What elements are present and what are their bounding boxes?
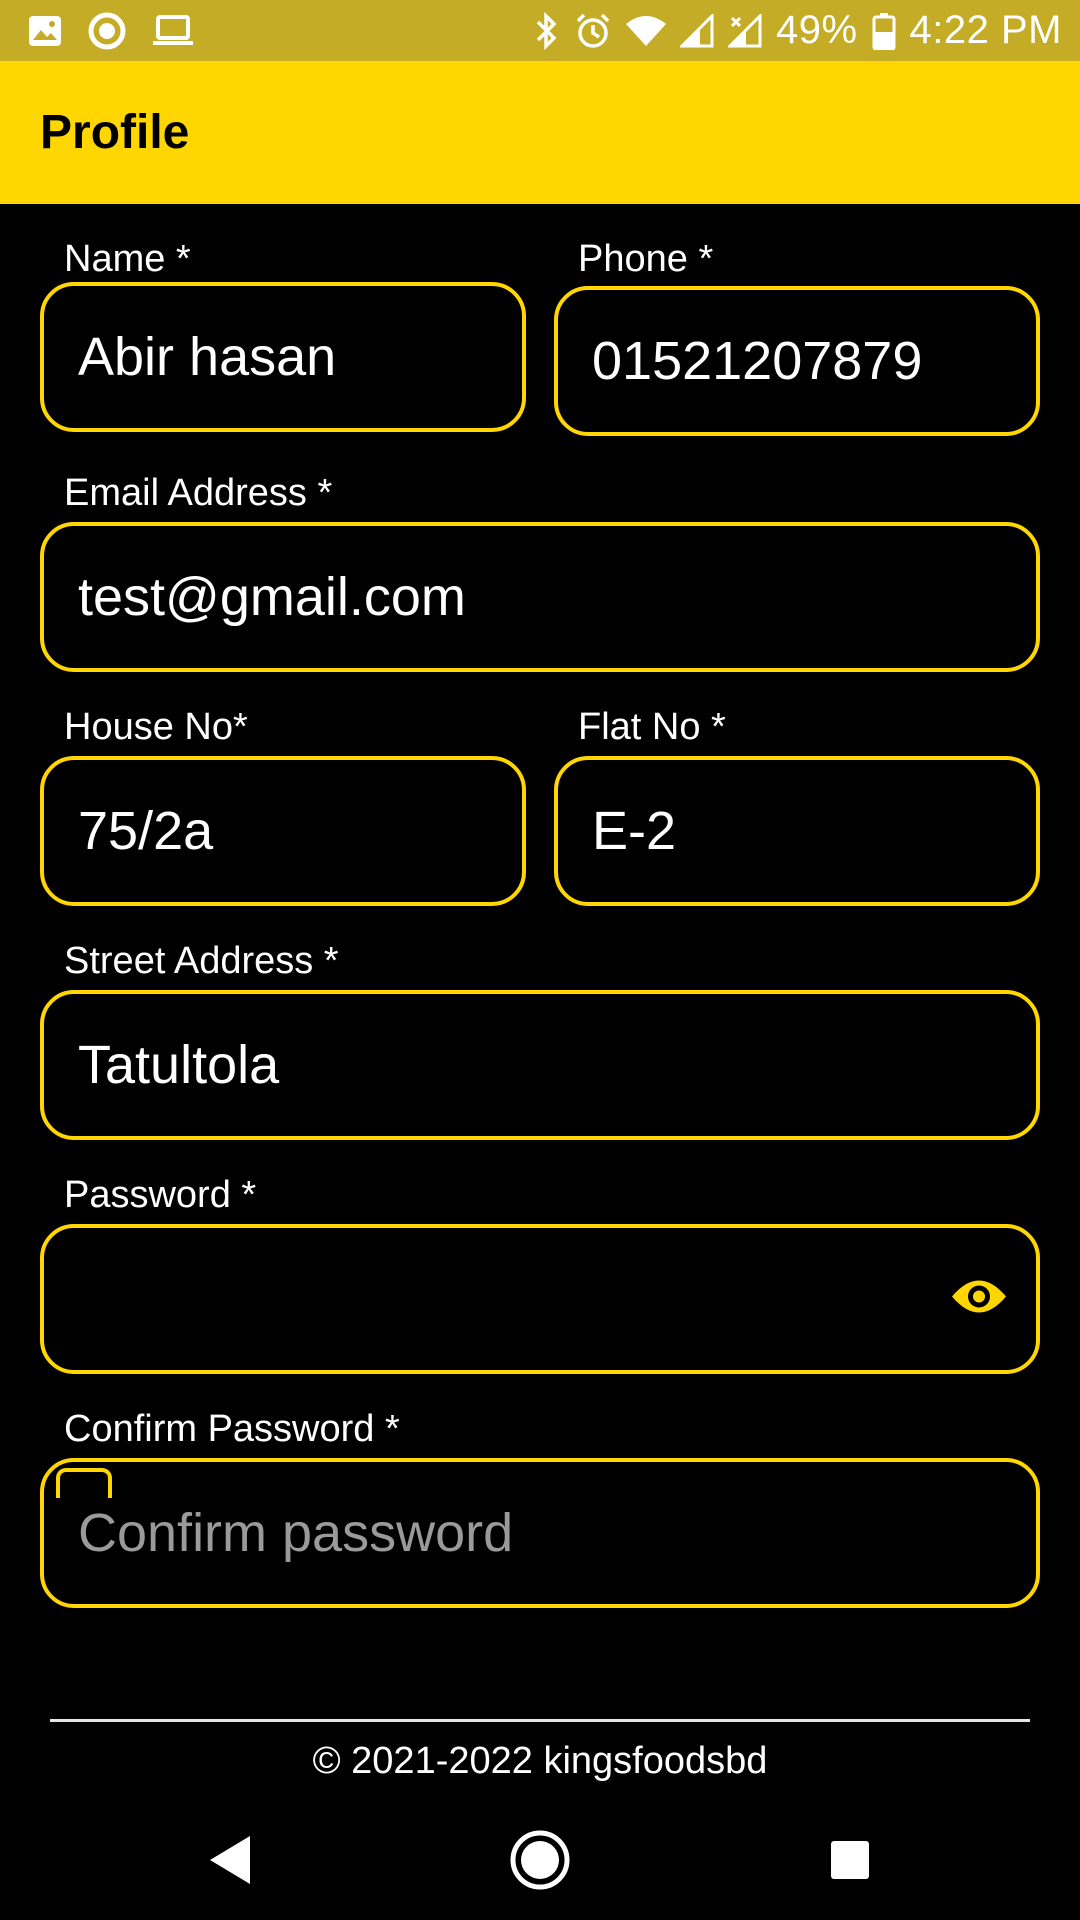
signal-icon xyxy=(679,13,714,48)
eye-icon[interactable] xyxy=(950,1277,1008,1322)
home-icon[interactable] xyxy=(509,1829,571,1891)
house-no-value: 75/2a xyxy=(78,801,214,861)
name-value: Abir hasan xyxy=(78,327,337,387)
confirm-password-placeholder: Confirm password xyxy=(78,1503,514,1563)
image-icon xyxy=(28,14,62,48)
phone-field[interactable]: 01521207879 xyxy=(554,286,1040,436)
status-bar: 49% 4:22 PM xyxy=(0,0,1080,61)
recents-icon[interactable] xyxy=(830,1840,870,1880)
battery-percent: 49% xyxy=(775,8,858,52)
password-field[interactable] xyxy=(40,1224,1040,1374)
phone-label: Phone * xyxy=(578,238,714,280)
battery-icon xyxy=(872,12,896,50)
footer-divider xyxy=(50,1719,1030,1722)
email-value: test@gmail.com xyxy=(78,567,466,627)
email-field[interactable]: test@gmail.com xyxy=(40,522,1040,672)
wifi-icon xyxy=(625,14,666,48)
app-bar: Profile xyxy=(0,61,1080,204)
phone-value: 01521207879 xyxy=(592,331,923,391)
flat-no-label: Flat No * xyxy=(578,706,726,748)
back-icon[interactable] xyxy=(206,1834,254,1886)
email-label: Email Address * xyxy=(64,472,333,514)
flat-no-field[interactable]: E-2 xyxy=(554,756,1040,906)
checkbox-partial[interactable] xyxy=(56,1468,112,1498)
name-field[interactable]: Abir hasan xyxy=(40,282,526,432)
confirm-password-field[interactable]: Confirm password xyxy=(40,1458,1040,1608)
laptop-icon xyxy=(152,14,194,48)
alarm-icon xyxy=(574,12,612,50)
record-icon xyxy=(88,12,126,50)
street-address-value: Tatultola xyxy=(78,1035,280,1095)
name-label: Name * xyxy=(64,238,191,280)
navigation-bar xyxy=(0,1800,1080,1920)
signal-off-icon xyxy=(727,13,762,48)
street-address-field[interactable]: Tatultola xyxy=(40,990,1040,1140)
house-no-label: House No* xyxy=(64,706,248,748)
confirm-password-label: Confirm Password * xyxy=(64,1408,400,1450)
house-no-field[interactable]: 75/2a xyxy=(40,756,526,906)
footer-copyright: © 2021-2022 kingsfoodsbd xyxy=(312,1740,768,1782)
clock: 4:22 PM xyxy=(909,8,1062,52)
flat-no-value: E-2 xyxy=(592,801,677,861)
street-address-label: Street Address * xyxy=(64,940,339,982)
password-label: Password * xyxy=(64,1174,257,1216)
bluetooth-icon xyxy=(534,11,560,50)
profile-form: Name * Abir hasan Phone * 01521207879 Em… xyxy=(0,204,1080,1684)
page-title: Profile xyxy=(40,106,190,159)
